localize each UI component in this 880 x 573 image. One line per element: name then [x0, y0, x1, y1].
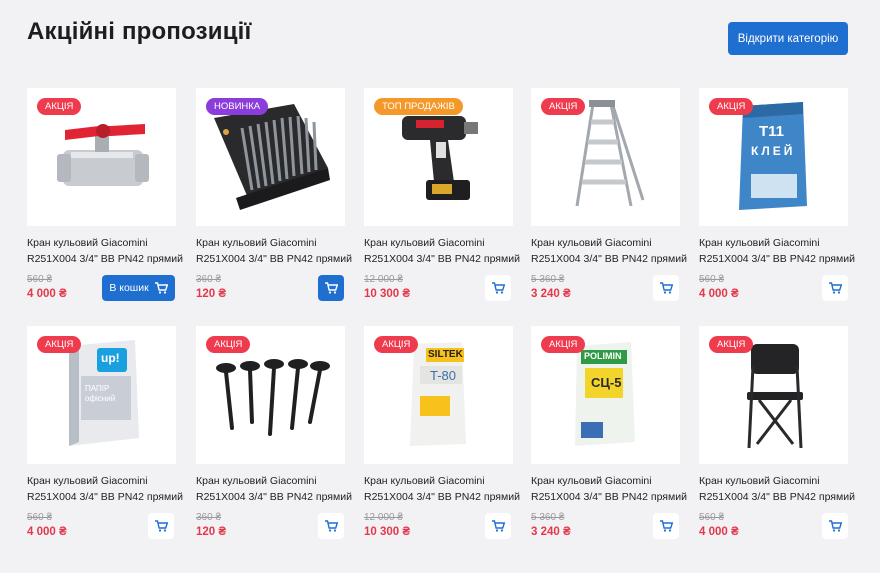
- current-price: 4 000 ₴: [699, 288, 739, 300]
- current-price: 3 240 ₴: [531, 526, 571, 538]
- sale-badge: АКЦІЯ: [541, 98, 586, 115]
- current-price: 120 ₴: [196, 526, 227, 538]
- current-price: 4 000 ₴: [699, 526, 739, 538]
- bag-text: КЛЕЙ: [751, 144, 796, 158]
- current-price: 120 ₴: [196, 288, 227, 300]
- new-badge: НОВИНКА: [206, 98, 269, 115]
- bag-code: T11: [759, 123, 785, 140]
- old-price: 360 ₴: [196, 512, 222, 523]
- top-sales-badge: ТОП ПРОДАЖІВ: [374, 98, 463, 115]
- page-title: Акційні пропозиції: [27, 18, 252, 45]
- bag-code: T-80: [430, 368, 457, 383]
- bag-text: POLIMIN: [584, 351, 622, 361]
- bag-text: SILTEK: [428, 349, 463, 360]
- sale-badge: АКЦІЯ: [709, 98, 754, 115]
- current-price: 3 240 ₴: [531, 288, 571, 300]
- add-to-cart-label: В кошик: [109, 282, 149, 294]
- product-card[interactable]: ТОП ПРОДАЖІВ Кран кульовий Giacomini R25…: [364, 88, 520, 308]
- pack-text: ПАПІР офісний: [85, 384, 116, 403]
- sale-badge: АКЦІЯ: [37, 98, 82, 115]
- product-name[interactable]: Кран кульовий Giacomini R251X004 3/4" ВВ…: [531, 235, 691, 267]
- add-to-cart-button[interactable]: [148, 513, 174, 539]
- product-card[interactable]: АКЦІЯ Кран кульовий Giacomini R251X004 3…: [531, 88, 687, 308]
- old-price: 12 000 ₴: [364, 512, 403, 523]
- add-to-cart-button[interactable]: [318, 513, 344, 539]
- sale-badge: АКЦІЯ: [541, 336, 586, 353]
- product-name[interactable]: Кран кульовий Giacomini R251X004 3/4" ВВ…: [196, 235, 356, 267]
- old-price: 560 ₴: [27, 512, 53, 523]
- product-name[interactable]: Кран кульовий Giacomini R251X004 3/4" ВВ…: [364, 473, 524, 505]
- open-category-button[interactable]: Відкрити категорію: [728, 22, 848, 55]
- product-card[interactable]: POLIMIN СЦ-5 АКЦІЯ Кран кульовий Giacomi…: [531, 326, 687, 546]
- add-to-cart-button[interactable]: [318, 275, 344, 301]
- bag-code: СЦ-5: [591, 375, 622, 390]
- add-to-cart-button[interactable]: [822, 513, 848, 539]
- old-price: 560 ₴: [699, 274, 725, 285]
- current-price: 4 000 ₴: [27, 288, 67, 300]
- cart-icon: [828, 520, 842, 532]
- old-price: 360 ₴: [196, 274, 222, 285]
- old-price: 560 ₴: [27, 274, 53, 285]
- sale-badge: АКЦІЯ: [374, 336, 419, 353]
- cart-icon: [324, 282, 338, 294]
- sale-badge: АКЦІЯ: [37, 336, 82, 353]
- product-name[interactable]: Кран кульовий Giacomini R251X004 3/4" ВВ…: [699, 473, 859, 505]
- add-to-cart-button[interactable]: В кошик: [102, 275, 175, 301]
- product-card[interactable]: T11 КЛЕЙ АКЦІЯ Кран кульовий Giacomini R…: [699, 88, 855, 308]
- cart-icon: [154, 282, 168, 294]
- product-name[interactable]: Кран кульовий Giacomini R251X004 3/4" ВВ…: [27, 473, 187, 505]
- old-price: 5 360 ₴: [531, 512, 565, 523]
- sale-badge: АКЦІЯ: [206, 336, 251, 353]
- cart-icon: [491, 282, 505, 294]
- cart-icon: [828, 282, 842, 294]
- add-to-cart-button[interactable]: [485, 513, 511, 539]
- product-card[interactable]: АКЦІЯ Кран кульовий Giacomini R251X004 3…: [196, 326, 352, 546]
- old-price: 560 ₴: [699, 512, 725, 523]
- add-to-cart-button[interactable]: [485, 275, 511, 301]
- cart-icon: [659, 520, 673, 532]
- product-name[interactable]: Кран кульовий Giacomini R251X004 3/4" ВВ…: [364, 235, 524, 267]
- product-card[interactable]: АКЦІЯ Кран кульовий Giacomini R251X004 3…: [699, 326, 855, 546]
- old-price: 12 000 ₴: [364, 274, 403, 285]
- product-card[interactable]: АКЦІЯ Кран кульовий Giacomini R251X004 3…: [27, 88, 183, 308]
- current-price: 10 300 ₴: [364, 526, 411, 538]
- current-price: 10 300 ₴: [364, 288, 411, 300]
- product-name[interactable]: Кран кульовий Giacomini R251X004 3/4" ВВ…: [699, 235, 859, 267]
- add-to-cart-button[interactable]: [653, 513, 679, 539]
- cart-icon: [324, 520, 338, 532]
- cart-icon: [491, 520, 505, 532]
- cart-icon: [659, 282, 673, 294]
- product-card[interactable]: up! ПАПІР офісний АКЦІЯ Кран кульовий Gi…: [27, 326, 183, 546]
- product-card[interactable]: SILTEK T-80 АКЦІЯ Кран кульовий Giacomin…: [364, 326, 520, 546]
- product-name[interactable]: Кран кульовий Giacomini R251X004 3/4" ВВ…: [196, 473, 356, 505]
- pack-logo: up!: [101, 351, 120, 365]
- product-name[interactable]: Кран кульовий Giacomini R251X004 3/4" ВВ…: [27, 235, 187, 267]
- product-card[interactable]: НОВИНКА Кран кульовий Giacomini R251X004…: [196, 88, 352, 308]
- product-name[interactable]: Кран кульовий Giacomini R251X004 3/4" ВВ…: [531, 473, 691, 505]
- old-price: 5 360 ₴: [531, 274, 565, 285]
- add-to-cart-button[interactable]: [822, 275, 848, 301]
- current-price: 4 000 ₴: [27, 526, 67, 538]
- add-to-cart-button[interactable]: [653, 275, 679, 301]
- sale-badge: АКЦІЯ: [709, 336, 754, 353]
- cart-icon: [154, 520, 168, 532]
